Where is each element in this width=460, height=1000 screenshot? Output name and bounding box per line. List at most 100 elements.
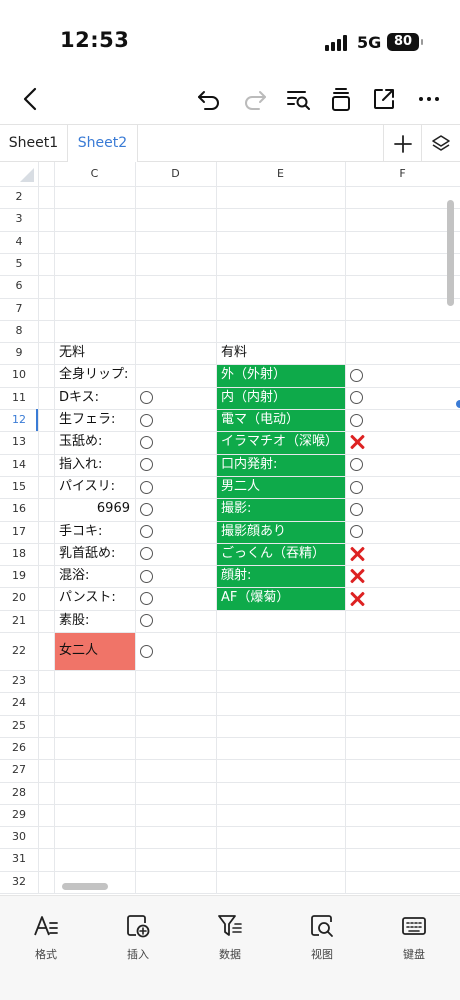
checkbox-d22[interactable] bbox=[140, 644, 153, 658]
column-header-e[interactable]: E bbox=[251, 162, 311, 186]
row-header-21[interactable]: 21 bbox=[0, 610, 38, 632]
row-header-32[interactable]: 32 bbox=[0, 871, 38, 893]
checkbox-d13[interactable] bbox=[140, 435, 153, 449]
horizontal-scrollbar[interactable] bbox=[62, 883, 108, 890]
cell-c14[interactable]: 指入れ: bbox=[59, 454, 130, 476]
find-button[interactable] bbox=[283, 84, 313, 114]
cell-c9[interactable]: 无料 bbox=[59, 342, 130, 364]
cell-c18[interactable]: 乳首舐め: bbox=[59, 543, 130, 565]
row-header-29[interactable]: 29 bbox=[0, 804, 38, 826]
checkbox-f12[interactable] bbox=[350, 413, 363, 427]
row-header-20[interactable]: 20 bbox=[0, 587, 38, 609]
undo-button[interactable] bbox=[194, 84, 224, 114]
cell-e9[interactable]: 有料 bbox=[221, 342, 340, 364]
checkbox-f11[interactable] bbox=[350, 391, 363, 405]
cell-e19[interactable]: 顔射: bbox=[221, 565, 340, 587]
row-header-27[interactable]: 27 bbox=[0, 759, 38, 781]
cell-c12[interactable]: 生フェラ: bbox=[59, 409, 130, 431]
checkbox-d16[interactable] bbox=[140, 502, 153, 516]
cell-c20[interactable]: パンスト: bbox=[59, 587, 130, 609]
checkbox-f14[interactable] bbox=[350, 458, 363, 472]
cross-icon[interactable] bbox=[349, 568, 365, 584]
cell-c21[interactable]: 素股: bbox=[59, 610, 130, 632]
vertical-scrollbar[interactable] bbox=[447, 200, 454, 306]
column-header-f[interactable]: F bbox=[373, 162, 433, 186]
cell-e12[interactable]: 電マ（电动） bbox=[221, 409, 340, 431]
row-header-16[interactable]: 16 bbox=[0, 498, 38, 520]
tab-sheet2[interactable]: Sheet2 bbox=[68, 125, 138, 162]
checkbox-d15[interactable] bbox=[140, 480, 153, 494]
row-header-4[interactable]: 4 bbox=[0, 231, 38, 253]
cell-e10[interactable]: 外（外射） bbox=[221, 364, 340, 386]
column-header-d[interactable]: D bbox=[146, 162, 206, 186]
row-header-28[interactable]: 28 bbox=[0, 782, 38, 804]
edge-handle[interactable] bbox=[456, 400, 460, 408]
share-button[interactable] bbox=[369, 84, 399, 114]
cell-c19[interactable]: 混浴: bbox=[59, 565, 130, 587]
checkbox-d17[interactable] bbox=[140, 525, 153, 539]
tab-sheet1[interactable]: Sheet1 bbox=[0, 125, 68, 162]
cell-c11[interactable]: Dキス: bbox=[59, 387, 130, 409]
checkbox-d19[interactable] bbox=[140, 569, 153, 583]
row-header-24[interactable]: 24 bbox=[0, 692, 38, 714]
row-header-23[interactable]: 23 bbox=[0, 670, 38, 692]
row-header-9[interactable]: 9 bbox=[0, 342, 38, 364]
keyboard-button[interactable]: 键盘 bbox=[384, 912, 444, 962]
cross-icon[interactable] bbox=[349, 434, 365, 450]
column-header-c[interactable]: C bbox=[65, 162, 125, 186]
sheet-list-button[interactable] bbox=[421, 125, 460, 162]
cell-e15[interactable]: 男二人 bbox=[221, 476, 340, 498]
insert-button[interactable]: 插入 bbox=[108, 912, 168, 962]
row-header-2[interactable]: 2 bbox=[0, 186, 38, 208]
cross-icon[interactable] bbox=[349, 546, 365, 562]
checkbox-f10[interactable] bbox=[350, 369, 363, 383]
row-header-26[interactable]: 26 bbox=[0, 737, 38, 759]
spreadsheet-grid[interactable]: C D E F 2 3 4 5 6 7 8 9 10 11 12 13 14 15 16 17 18 19 20 21 22 23… bbox=[0, 162, 460, 894]
row-header-10[interactable]: 10 bbox=[0, 364, 38, 386]
format-button[interactable]: 格式 bbox=[16, 912, 76, 962]
row-header-15[interactable]: 15 bbox=[0, 476, 38, 498]
cell-e11[interactable]: 内（内射） bbox=[221, 387, 340, 409]
cell-e18[interactable]: ごっくん（吞精） bbox=[221, 543, 340, 565]
row-header-13[interactable]: 13 bbox=[0, 431, 38, 453]
row-header-6[interactable]: 6 bbox=[0, 275, 38, 297]
row-header-11[interactable]: 11 bbox=[0, 387, 38, 409]
checkbox-d18[interactable] bbox=[140, 547, 153, 561]
cell-c10[interactable]: 全身リップ: bbox=[59, 364, 130, 386]
cell-c16[interactable]: 6969 bbox=[59, 498, 130, 520]
row-header-25[interactable]: 25 bbox=[0, 715, 38, 737]
cell-e17[interactable]: 撮影顔あり bbox=[221, 521, 340, 543]
row-header-30[interactable]: 30 bbox=[0, 826, 38, 848]
cell-c22[interactable]: 女二人 bbox=[59, 632, 130, 670]
cell-c17[interactable]: 手コキ: bbox=[59, 521, 130, 543]
row-header-19[interactable]: 19 bbox=[0, 565, 38, 587]
cell-e14[interactable]: 口内発射: bbox=[221, 454, 340, 476]
row-header-7[interactable]: 7 bbox=[0, 298, 38, 320]
checkbox-d14[interactable] bbox=[140, 458, 153, 472]
row-header-8[interactable]: 8 bbox=[0, 320, 38, 342]
row-header-12[interactable]: 12 bbox=[0, 409, 38, 431]
cell-e20[interactable]: AF（爆菊） bbox=[221, 587, 340, 609]
back-button[interactable] bbox=[16, 84, 46, 114]
checkbox-f16[interactable] bbox=[350, 502, 363, 516]
row-header-22[interactable]: 22 bbox=[0, 632, 38, 670]
row-header-14[interactable]: 14 bbox=[0, 454, 38, 476]
row-header-31[interactable]: 31 bbox=[0, 848, 38, 870]
data-button[interactable]: 数据 bbox=[200, 912, 260, 962]
row-header-18[interactable]: 18 bbox=[0, 543, 38, 565]
checkbox-f15[interactable] bbox=[350, 480, 363, 494]
row-header-17[interactable]: 17 bbox=[0, 521, 38, 543]
add-sheet-button[interactable] bbox=[383, 125, 421, 162]
cross-icon[interactable] bbox=[349, 591, 365, 607]
checkbox-f17[interactable] bbox=[350, 525, 363, 539]
checkbox-d11[interactable] bbox=[140, 391, 153, 405]
checkbox-d21[interactable] bbox=[140, 614, 153, 628]
cell-c15[interactable]: パイスリ: bbox=[59, 476, 130, 498]
more-button[interactable] bbox=[414, 84, 444, 114]
row-header-5[interactable]: 5 bbox=[0, 253, 38, 275]
cell-e13[interactable]: イラマチオ（深喉） bbox=[221, 431, 340, 453]
checkbox-d12[interactable] bbox=[140, 413, 153, 427]
redo-button[interactable] bbox=[240, 84, 270, 114]
cell-e16[interactable]: 撮影: bbox=[221, 498, 340, 520]
clipboard-button[interactable] bbox=[326, 84, 356, 114]
